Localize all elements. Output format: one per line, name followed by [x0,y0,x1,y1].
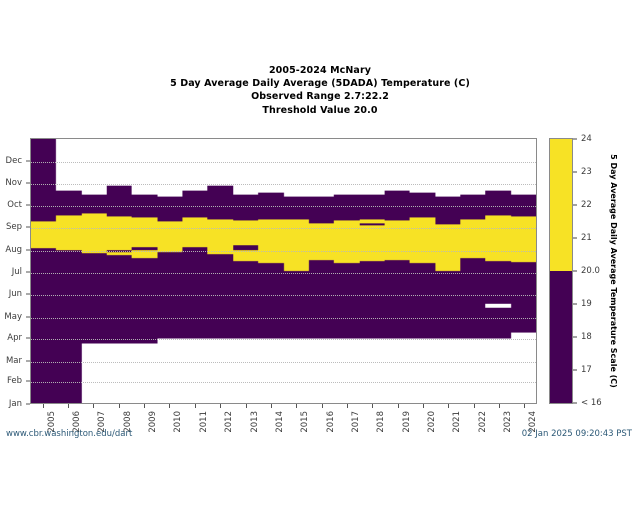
x-tick-label-2021: 2021 [452,411,463,433]
x-tick-mark [169,404,171,408]
colorbar-tick-mark [573,336,577,338]
x-tick-label-2017: 2017 [350,411,361,433]
colorbar-tick-mark [573,138,577,140]
y-tick-label-feb: Feb [6,376,22,387]
y-tick-label-jan: Jan [8,399,22,409]
x-tick-label-2011: 2011 [198,411,209,433]
colorbar-tick-mark [573,237,577,239]
colorbar-tick-mark [573,204,577,206]
colorbar-tick-mark [573,270,577,272]
x-tick-label-2023: 2023 [503,411,513,433]
x-tick-mark [524,404,526,408]
chart-title-block: 2005-2024 McNary 5 Day Average Daily Ave… [0,64,640,117]
x-tick-mark [448,404,450,408]
y-tick-label-oct: Oct [7,200,22,210]
y-tick-label-apr: Apr [7,333,22,344]
colorbar-tick-label-24: 24 [581,134,592,144]
x-tick-label-2018: 2018 [376,411,387,433]
footer-timestamp: 02 Jan 2025 09:20:43 PST [521,429,632,439]
x-tick-mark [68,404,69,408]
x-tick-label-2013: 2013 [249,411,260,433]
heatmap-canvas [31,139,536,403]
x-tick-label-2014: 2014 [274,411,285,433]
x-tick-mark [118,404,120,408]
colorbar-tick-label-20.0: 20.0 [581,266,600,276]
x-tick-label-2019: 2019 [401,411,412,433]
colorbar-tick-label-16: < 16 [581,398,602,408]
x-tick-label-2015: 2015 [300,411,311,433]
x-tick-label-2020: 2020 [426,411,437,433]
x-tick-mark [296,404,298,408]
x-tick-mark [194,404,196,408]
title-line-2: 5 Day Average Daily Average (5DADA) Temp… [170,78,470,90]
x-tick-label-2009: 2009 [148,411,159,433]
footer-url[interactable]: www.cbr.washington.edu/dart [6,429,132,439]
x-tick-mark [245,404,247,408]
x-tick-label-2022: 2022 [477,411,488,433]
x-tick-label-2012: 2012 [224,411,235,433]
colorbar-tick-mark [573,369,577,371]
colorbar-tick-label-22: 22 [581,200,592,210]
title-line-3: Observed Range 2.7:22.2 [251,91,389,103]
x-tick-mark [321,404,323,408]
x-tick-mark [270,404,272,408]
x-tick-mark [346,404,348,408]
colorbar-tick-mark [573,303,577,305]
x-tick-label-2010: 2010 [173,411,184,433]
x-tick-mark [42,404,44,408]
x-tick-mark [372,404,374,408]
y-tick-label-jul: Jul [11,267,22,278]
colorbar-tick-mark [573,171,577,173]
title-line-1: 2005-2024 McNary [268,65,372,76]
x-tick-mark [499,404,500,408]
y-tick-label-may: May [4,311,22,322]
colorbar-tick-label-19: 19 [581,299,592,309]
colorbar [549,138,573,404]
chart-figure: 2005-2024 McNary 5 Day Average Daily Ave… [0,0,640,512]
colorbar-tick-label-18: 18 [581,332,592,342]
colorbar-tick-label-23: 23 [581,167,592,177]
colorbar-title: 5 Day Average Daily Average Temperature … [609,154,618,388]
x-tick-mark [93,404,95,408]
x-tick-mark [473,404,475,408]
x-tick-mark [220,404,222,408]
colorbar-tick-label-17: 17 [581,365,592,375]
y-tick-label-dec: Dec [5,155,22,166]
x-tick-mark [397,404,399,408]
y-tick-label-mar: Mar [5,356,22,366]
colorbar-segment-below-threshold [550,271,572,403]
y-tick-label-sep: Sep [5,221,22,232]
y-tick-label-jun: Jun [8,289,22,299]
x-tick-mark [144,404,146,408]
colorbar-tick-mark [573,402,577,404]
colorbar-segment-above-threshold [550,139,572,271]
y-tick-label-nov: Nov [5,177,22,188]
y-axis-months: Jan Feb Mar Apr May Jun Jul Aug Sep Oct Nov Dec [0,138,30,409]
y-tick-label-aug: Aug [5,244,22,255]
title-line-4: Threshold Value 20.0 [262,104,378,116]
heatmap-plot-area [30,138,537,404]
x-tick-label-2016: 2016 [325,411,336,433]
x-tick-mark [422,404,424,408]
colorbar-tick-label-21: 21 [581,233,592,243]
